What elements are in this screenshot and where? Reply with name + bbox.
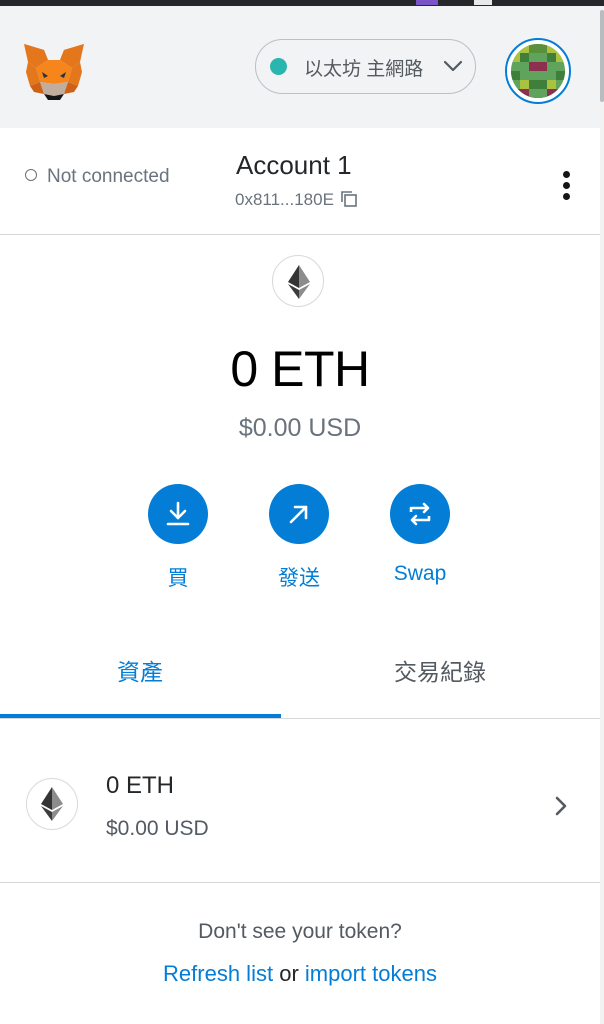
or-text: or (279, 961, 299, 986)
buy-circle (148, 484, 208, 544)
send-circle (269, 484, 329, 544)
scrollbar-thumb[interactable] (600, 10, 604, 102)
browser-tab-indicator (474, 0, 492, 5)
swap-arrows-icon (409, 502, 431, 526)
swap-button[interactable]: Swap (380, 484, 460, 586)
identicon (511, 44, 565, 98)
buy-label: 買 (167, 567, 189, 590)
token-help-text: Don't see your token? (198, 920, 402, 943)
scrollbar-track[interactable] (600, 6, 604, 1024)
ethereum-icon (272, 255, 324, 307)
status-ring-icon (25, 169, 37, 182)
browser-tab-indicator (416, 0, 438, 5)
account-name[interactable]: Account 1 (236, 150, 352, 181)
download-arrow-icon (166, 501, 190, 526)
wallet-popup: 以太坊 主網路 Not connected Account 1 0x811...… (0, 6, 601, 1024)
import-tokens-link[interactable]: import tokens (305, 961, 437, 986)
asset-ethereum-icon (26, 778, 78, 830)
metamask-fox-logo[interactable] (22, 42, 86, 102)
network-status-dot (270, 58, 287, 75)
send-label: 發送 (278, 567, 320, 590)
token-links: Refresh list or import tokens (0, 961, 600, 987)
tab-activity[interactable]: 交易紀錄 (300, 636, 580, 718)
send-button[interactable]: 發送 (259, 484, 339, 592)
primary-balance: 0 ETH (230, 341, 370, 397)
copy-icon (341, 191, 357, 207)
chevron-down-icon (443, 60, 463, 72)
asset-list-item[interactable]: 0 ETH $0.00 USD (0, 718, 600, 883)
tab-bar: 資產 交易紀錄 (0, 636, 600, 719)
arrow-up-right-icon (289, 505, 308, 524)
account-bar: Not connected Account 1 0x811...180E (0, 128, 600, 235)
network-selector[interactable]: 以太坊 主網路 (255, 39, 476, 94)
swap-label: Swap (393, 562, 447, 585)
buy-button[interactable]: 買 (138, 484, 218, 592)
connection-status-text: Not connected (47, 166, 170, 187)
asset-fiat-value: $0.00 USD (106, 817, 209, 840)
asset-amount: 0 ETH (106, 772, 175, 799)
app-header: 以太坊 主網路 (0, 6, 600, 128)
account-address: 0x811...180E (235, 190, 334, 209)
account-address-copy[interactable]: 0x811...180E (235, 190, 358, 210)
network-name: 以太坊 主網路 (304, 59, 424, 80)
swap-circle (390, 484, 450, 544)
refresh-list-link[interactable]: Refresh list (163, 961, 273, 986)
kebab-menu-icon[interactable] (556, 168, 578, 204)
account-avatar[interactable] (505, 38, 571, 104)
chevron-right-icon (555, 796, 567, 816)
secondary-balance: $0.00 USD (238, 414, 362, 442)
tab-assets[interactable]: 資產 (0, 636, 280, 718)
connection-status[interactable]: Not connected (25, 166, 170, 188)
